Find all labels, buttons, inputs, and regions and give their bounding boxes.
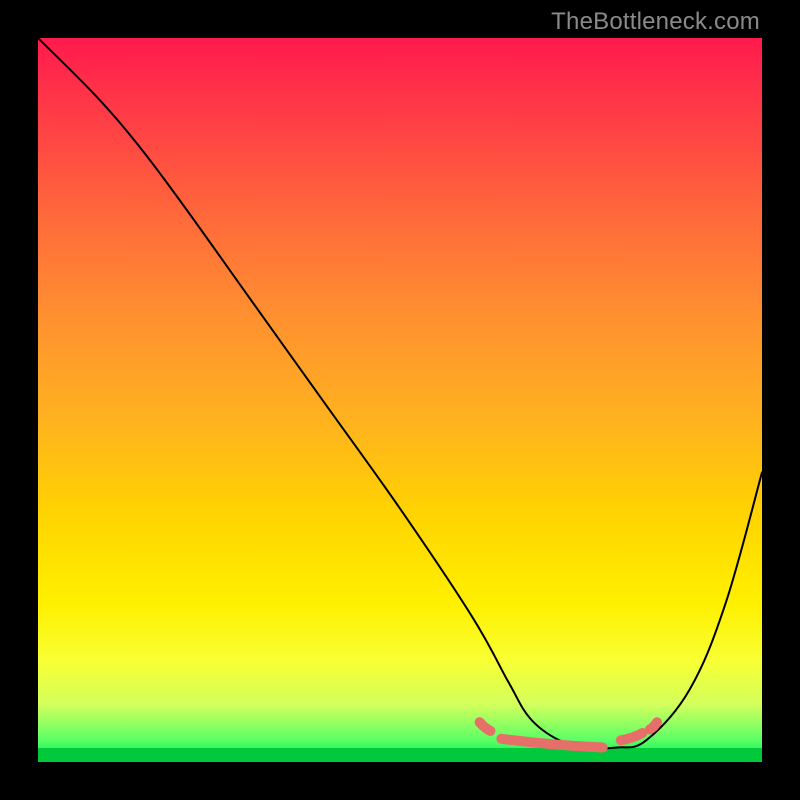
highlight-left-dash-1 xyxy=(480,722,491,731)
bottleneck-curve xyxy=(38,38,762,762)
highlight-right-dash-2 xyxy=(650,722,657,729)
highlight-right-dash-1 xyxy=(621,733,643,740)
chart-frame: TheBottleneck.com xyxy=(0,0,800,800)
plot-area xyxy=(38,38,762,762)
highlight-valley-floor xyxy=(501,739,602,748)
watermark-text: TheBottleneck.com xyxy=(551,8,760,36)
